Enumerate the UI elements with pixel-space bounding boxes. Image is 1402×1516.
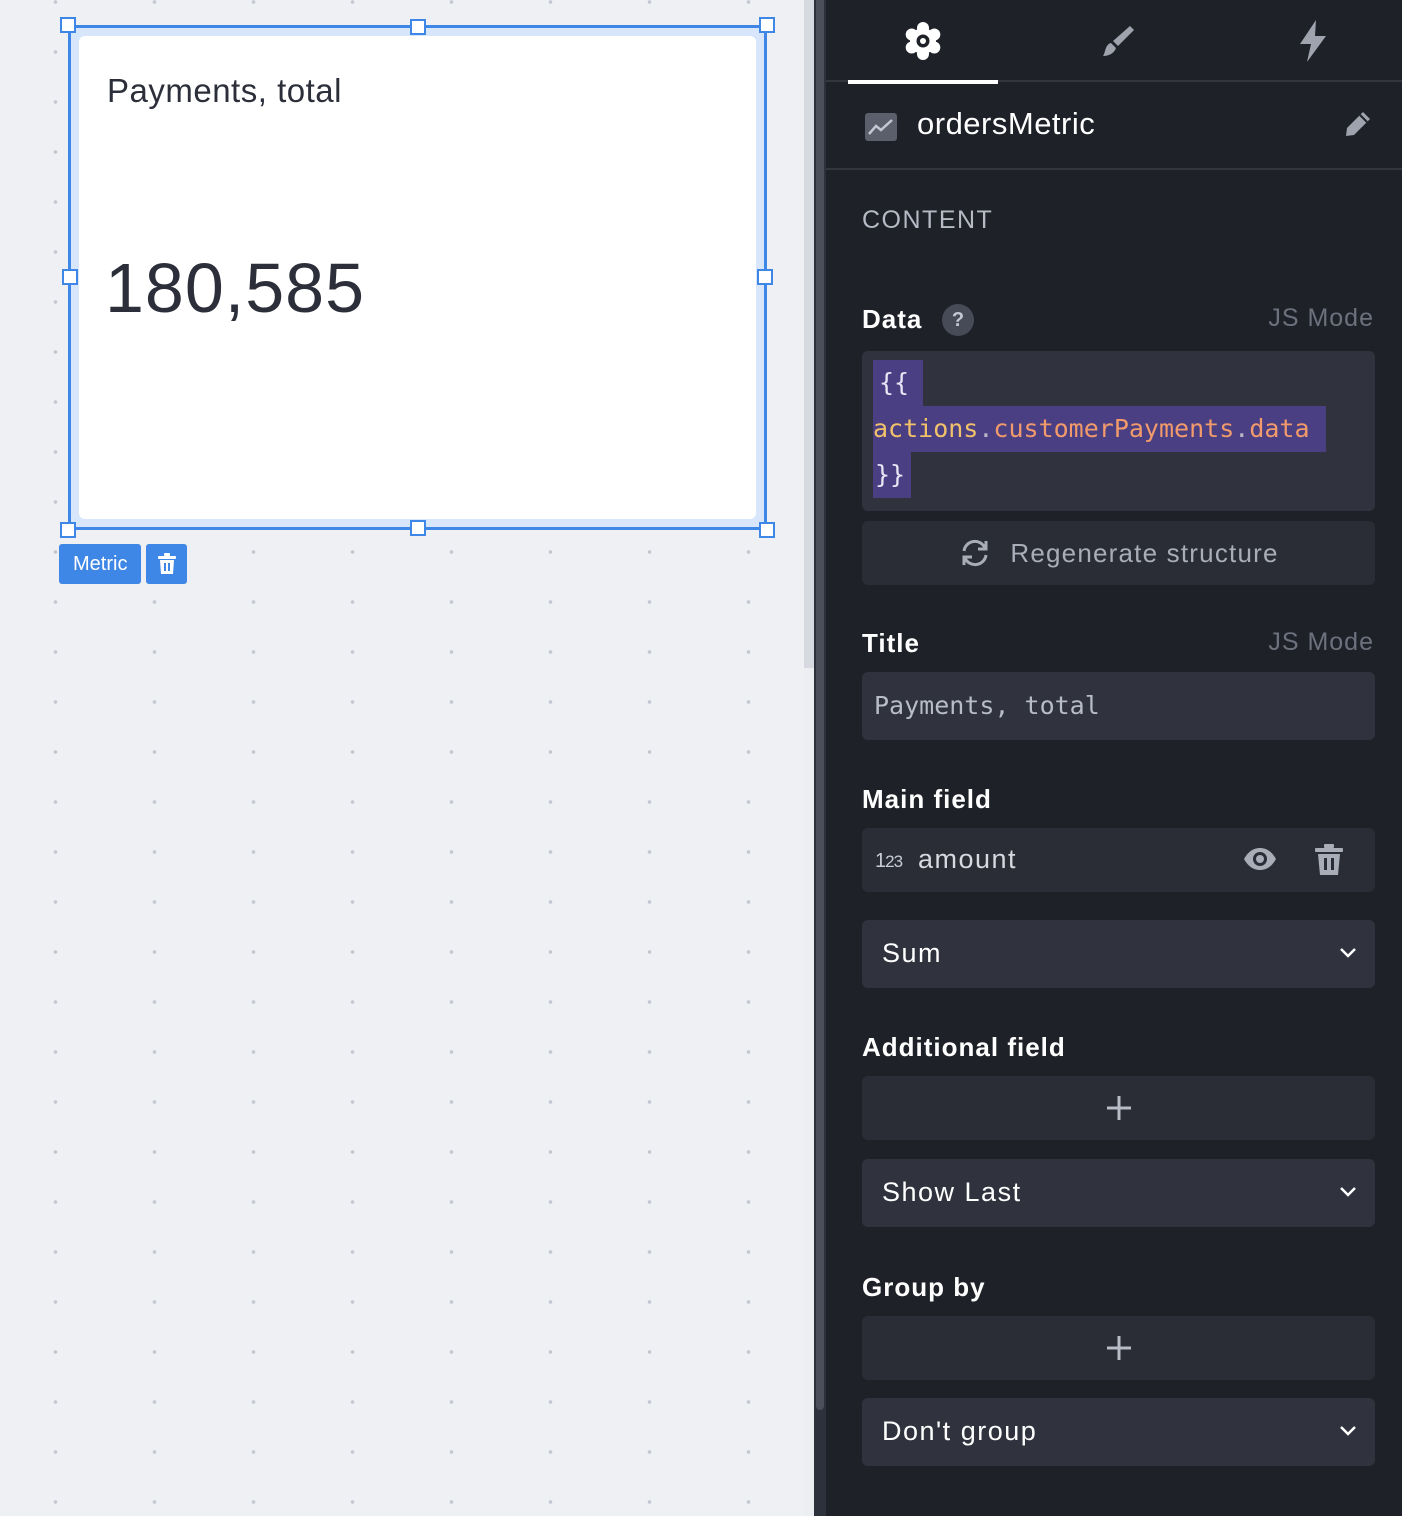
- resize-handle-bottom-right[interactable]: [759, 522, 775, 538]
- title-input[interactable]: Payments, total: [862, 672, 1375, 740]
- main-field-name: amount: [918, 844, 1018, 874]
- code-property: data: [1249, 414, 1310, 443]
- group-by-label: Group by: [862, 1272, 986, 1302]
- code-close-brace: }}: [873, 452, 912, 498]
- add-additional-field-button[interactable]: [862, 1076, 1375, 1140]
- resize-handle-top-left[interactable]: [60, 17, 76, 33]
- code-line-open: {{: [873, 360, 1375, 406]
- additional-field-mode-select[interactable]: Show Last: [862, 1159, 1375, 1227]
- code-property: customerPayments: [993, 414, 1235, 443]
- number-type-main: 1: [875, 850, 886, 872]
- group-by-value: Don't group: [882, 1416, 1038, 1446]
- metric-title: Payments, total: [107, 72, 342, 109]
- pencil-icon[interactable]: [1344, 110, 1372, 138]
- widget-header: ordersMetric: [826, 84, 1402, 170]
- tab-actions[interactable]: [1238, 0, 1388, 82]
- title-label: Title: [862, 628, 920, 658]
- main-field-label: Main field: [862, 784, 992, 814]
- chevron-down-icon: [1340, 1187, 1356, 1197]
- plus-icon: [1106, 1336, 1131, 1360]
- data-js-mode-toggle[interactable]: JS Mode: [1268, 304, 1374, 333]
- data-label: Data: [862, 304, 923, 334]
- delete-widget-button[interactable]: [146, 544, 188, 584]
- number-type-sub: 23: [885, 852, 903, 871]
- code-open-brace: {{: [873, 360, 924, 406]
- resize-handle-bottom[interactable]: [410, 520, 426, 536]
- chevron-down-icon: [1340, 948, 1356, 958]
- trash-icon[interactable]: [1314, 844, 1344, 876]
- panel-scrollbar[interactable]: [814, 0, 826, 1516]
- section-title-content: CONTENT: [862, 206, 994, 234]
- code-dot: .: [1234, 414, 1250, 443]
- metric-card[interactable]: Payments, total 180,585: [79, 36, 756, 519]
- code-line-expression: actions.customerPayments.data: [873, 406, 1375, 452]
- canvas[interactable]: Payments, total 180,585 Metric: [0, 0, 804, 1516]
- widget-toolbar: Metric: [59, 544, 188, 584]
- code-object: actions: [873, 414, 979, 443]
- resize-handle-right[interactable]: [757, 269, 773, 285]
- panel-scrollbar-thumb[interactable]: [816, 0, 824, 1410]
- resize-handle-top-right[interactable]: [759, 17, 775, 33]
- additional-field-mode-value: Show Last: [882, 1177, 1022, 1207]
- main-field-row[interactable]: 123 amount: [862, 828, 1375, 892]
- resize-handle-bottom-left[interactable]: [60, 522, 76, 538]
- eye-icon[interactable]: [1243, 846, 1277, 872]
- regenerate-label: Regenerate structure: [1010, 537, 1279, 568]
- widget-name: ordersMetric: [917, 106, 1096, 141]
- metric-widget[interactable]: Payments, total 180,585: [60, 17, 775, 538]
- canvas-scrollbar[interactable]: [804, 0, 814, 1516]
- trash-icon: [157, 553, 176, 574]
- properties-panel: ordersMetric CONTENT Data ? JS Mode {{ a…: [826, 0, 1402, 1516]
- number-type-icon: 123: [875, 850, 903, 873]
- chevron-down-icon: [1340, 1426, 1356, 1436]
- resize-handle-left[interactable]: [62, 269, 78, 285]
- tab-style[interactable]: [1043, 0, 1193, 82]
- plus-icon: [1106, 1096, 1131, 1120]
- gear-icon: [905, 22, 941, 60]
- data-code-editor[interactable]: {{ actions.customerPayments.data }}: [862, 351, 1375, 511]
- canvas-scrollbar-thumb[interactable]: [804, 0, 814, 668]
- code-expression: actions.customerPayments.data: [873, 406, 1326, 452]
- aggregation-select[interactable]: Sum: [862, 920, 1375, 988]
- resize-handle-top[interactable]: [410, 19, 426, 35]
- panel-tabs: [826, 0, 1402, 84]
- tab-settings[interactable]: [848, 0, 998, 84]
- metric-value: 180,585: [105, 249, 366, 327]
- brush-icon: [1103, 26, 1134, 56]
- aggregation-value: Sum: [882, 938, 943, 968]
- code-dot: .: [978, 414, 994, 443]
- refresh-icon: [962, 539, 988, 567]
- additional-field-label: Additional field: [862, 1032, 1066, 1062]
- help-icon[interactable]: ?: [942, 304, 974, 336]
- widget-type-tag[interactable]: Metric: [59, 544, 142, 584]
- lightning-icon: [1300, 20, 1326, 62]
- code-line-close: }}: [873, 452, 1375, 498]
- regenerate-structure-button[interactable]: Regenerate structure: [862, 521, 1375, 585]
- metric-widget-icon: [865, 113, 897, 141]
- add-group-by-button[interactable]: [862, 1316, 1375, 1380]
- group-by-select[interactable]: Don't group: [862, 1398, 1375, 1466]
- title-js-mode-toggle[interactable]: JS Mode: [1268, 628, 1374, 657]
